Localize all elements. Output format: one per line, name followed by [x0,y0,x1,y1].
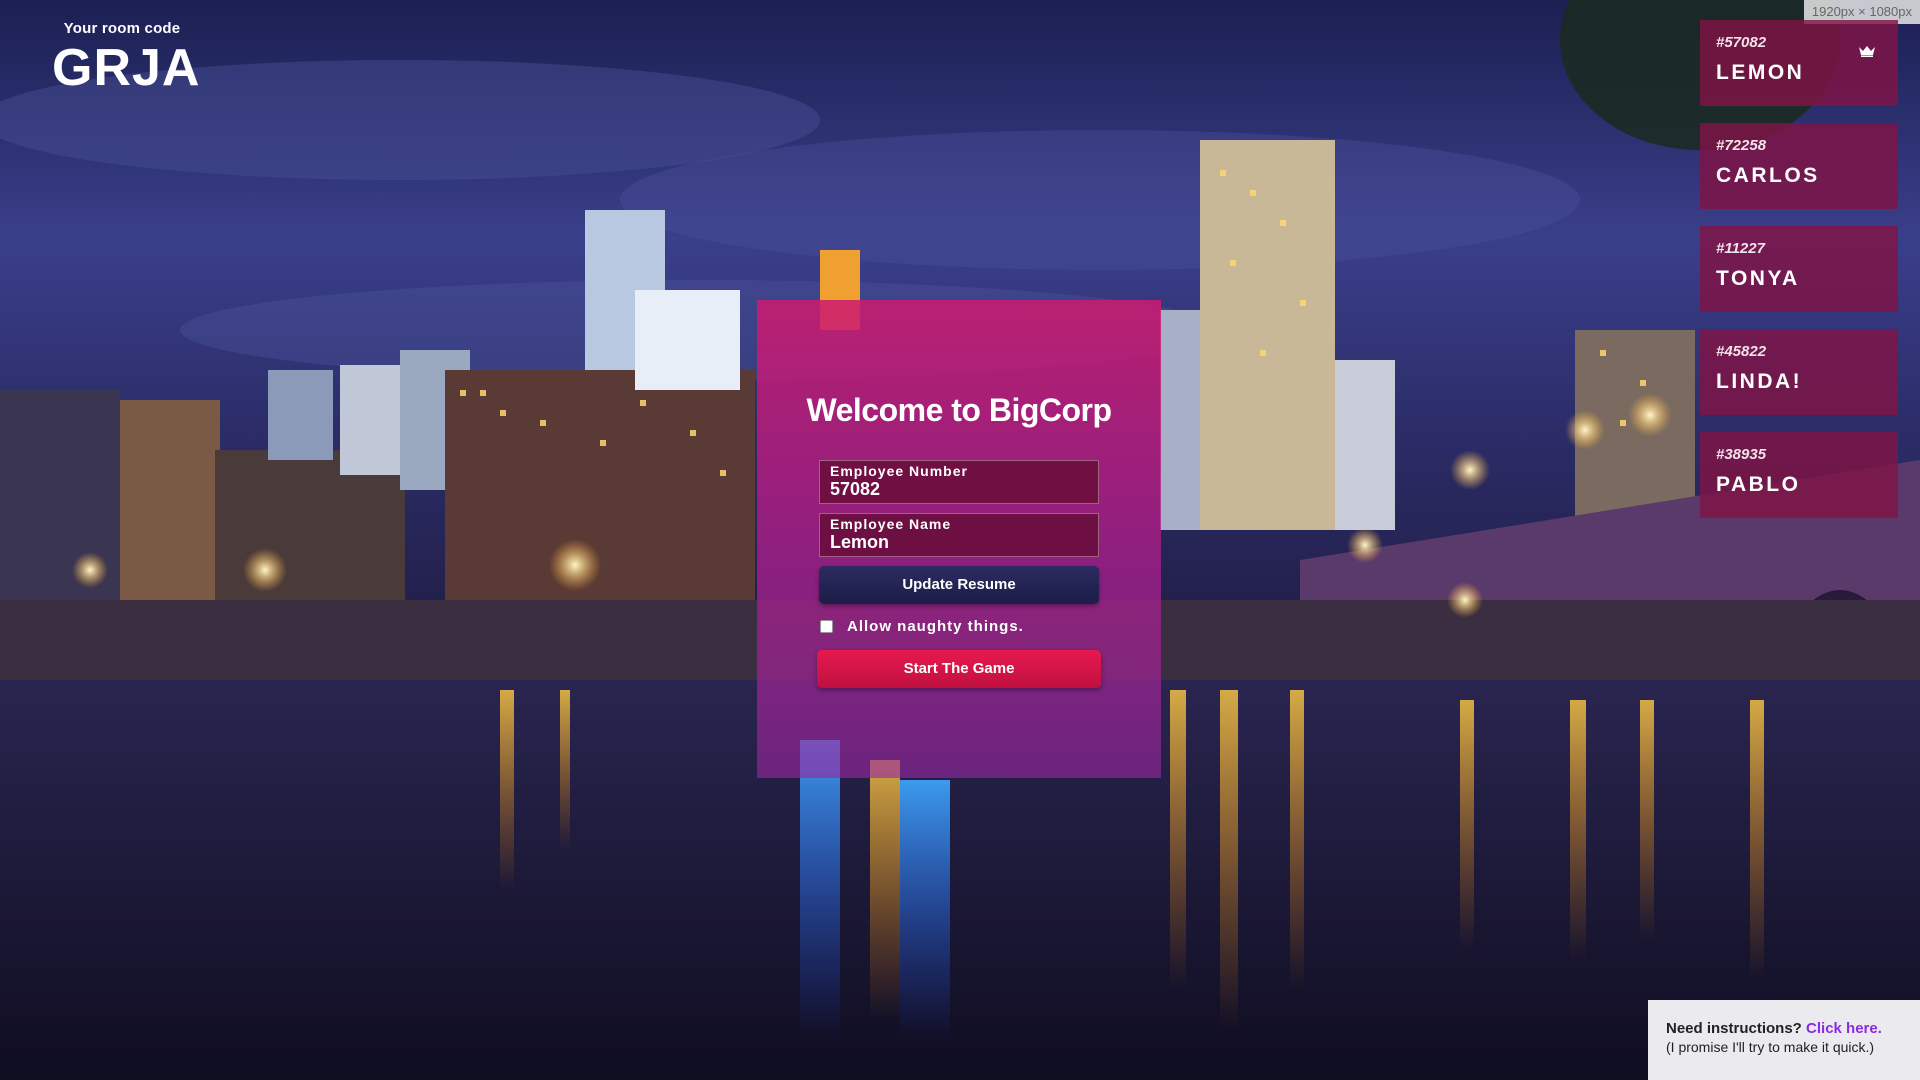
naughty-checkbox[interactable] [820,619,833,633]
employee-name-field[interactable]: Employee Name Lemon [819,513,1099,557]
player-card: #11227 TONYA [1700,226,1898,312]
instructions-question: Need instructions? [1666,1020,1802,1037]
room-code-panel: Your room code GRJA [52,20,201,97]
naughty-option[interactable]: Allow naughty things. [820,616,1024,636]
player-name: PABLO [1716,473,1801,496]
crown-icon [1858,44,1876,62]
player-card: #38935 PABLO [1700,432,1898,518]
room-code-label: Your room code [63,20,181,37]
player-name: CARLOS [1716,164,1820,187]
instructions-line: Need instructions? Click here. [1666,1020,1920,1037]
welcome-card: Welcome to BigCorp Employee Number 57082… [757,300,1161,778]
employee-number-value[interactable]: 57082 [830,479,1088,499]
update-resume-button[interactable]: Update Resume [819,566,1099,604]
player-name: LINDA! [1716,370,1803,393]
room-code: GRJA [52,39,201,97]
instructions-box: Need instructions? Click here. (I promis… [1648,1000,1920,1080]
employee-name-label: Employee Name [830,516,952,532]
employee-number-field[interactable]: Employee Number 57082 [819,460,1099,504]
player-number: #11227 [1716,240,1765,257]
player-card: #45822 LINDA! [1700,329,1898,415]
instructions-subtext: (I promise I'll try to make it quick.) [1666,1039,1875,1055]
welcome-title: Welcome to BigCorp [806,392,1112,428]
player-card: #72258 CARLOS [1700,123,1898,209]
player-card: #57082 LEMON [1700,20,1898,106]
instructions-link[interactable]: Click here. [1806,1020,1882,1037]
player-number: #72258 [1716,137,1767,154]
player-number: #38935 [1716,446,1767,463]
player-number: #45822 [1716,343,1767,360]
player-list: #57082 LEMON #72258 CARLOS #11227 TONYA … [1700,20,1898,535]
player-name: LEMON [1716,61,1805,84]
naughty-label[interactable]: Allow naughty things. [847,618,1024,635]
start-game-button[interactable]: Start The Game [817,650,1101,688]
employee-number-label: Employee Number [830,463,968,479]
player-name: TONYA [1716,267,1800,290]
employee-name-value[interactable]: Lemon [830,532,1088,552]
